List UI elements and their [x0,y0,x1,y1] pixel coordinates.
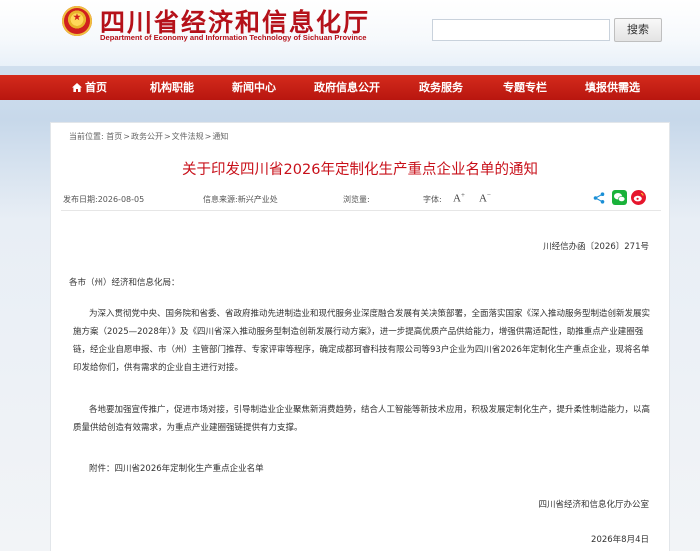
breadcrumb: 当前位置: 首页>政务公开>文件法规>通知 [69,131,228,142]
signature-organization: 四川省经济和信息化厅办公室 [538,500,649,510]
search-input[interactable] [432,19,610,41]
nav-item-services[interactable]: 政务服务 [419,75,463,100]
signature-date: 2026年8月4日 [591,535,649,545]
breadcrumb-prefix: 当前位置: [69,132,104,141]
article-title: 关于印发四川省2026年定制化生产重点企业名单的通知 [182,162,538,178]
site-subtitle: Department of Economy and Information Te… [100,33,367,42]
nav-item-institution[interactable]: 机构职能 [150,75,194,100]
nav-item-topics[interactable]: 专题专栏 [503,75,547,100]
breadcrumb-link-notice[interactable]: 通知 [212,132,228,141]
info-source: 信息来源:新兴产业处 [203,195,278,204]
view-count: 浏览量: [343,195,370,204]
weibo-icon[interactable] [631,190,646,205]
font-size-label: 字体: [423,195,442,204]
font-decrease-letter: A [479,192,487,205]
search-button[interactable]: 搜索 [614,18,662,42]
publish-date: 发布日期:2026-08-05 [63,195,145,204]
breadcrumb-link-home[interactable]: 首页 [106,132,122,141]
wechat-icon[interactable] [612,190,627,205]
attachment-link[interactable]: 附件：四川省2026年定制化生产重点企业名单 [89,462,264,474]
nav-item-gov-info[interactable]: 政府信息公开 [314,75,380,100]
national-emblem-icon [62,6,92,36]
main-nav: 首页 机构职能 新闻中心 政府信息公开 政务服务 专题专栏 填报供需选 [0,75,700,100]
nav-item-home[interactable]: 首页 [72,75,107,100]
site-header: 四川省经济和信息化厅 Department of Economy and Inf… [0,0,700,66]
share-icon[interactable] [593,192,605,204]
nav-item-supply-demand[interactable]: 填报供需选 [585,75,640,100]
body-paragraph-2: 各地要加强宣传推广，促进市场对接，引导制造业企业聚焦新消费趋势，结合人工智能等新… [73,405,651,433]
document-number: 川经信办函〔2026〕271号 [543,242,649,252]
breadcrumb-separator: > [163,132,171,141]
article-panel: 当前位置: 首页>政务公开>文件法规>通知 关于印发四川省2026年定制化生产重… [50,122,670,551]
font-decrease-button[interactable]: A− [479,191,491,205]
breadcrumb-separator: > [204,132,212,141]
nav-item-news[interactable]: 新闻中心 [232,75,276,100]
body-paragraph-1: 为深入贯彻党中央、国务院和省委、省政府推动先进制造业和现代服务业深度融合发展有关… [73,309,651,373]
salutation: 各市（州）经济和信息化局： [69,278,180,288]
font-increase-button[interactable]: A+ [453,191,465,205]
home-icon [72,83,82,92]
nav-item-home-label: 首页 [85,81,107,94]
breadcrumb-separator: > [123,132,130,141]
font-increase-letter: A [453,192,461,205]
article-meta-bar: 发布日期:2026-08-05 信息来源:新兴产业处 浏览量: 字体: A+ A… [61,189,661,211]
breadcrumb-link-documents[interactable]: 文件法规 [172,132,204,141]
breadcrumb-link-gov-open[interactable]: 政务公开 [131,132,163,141]
